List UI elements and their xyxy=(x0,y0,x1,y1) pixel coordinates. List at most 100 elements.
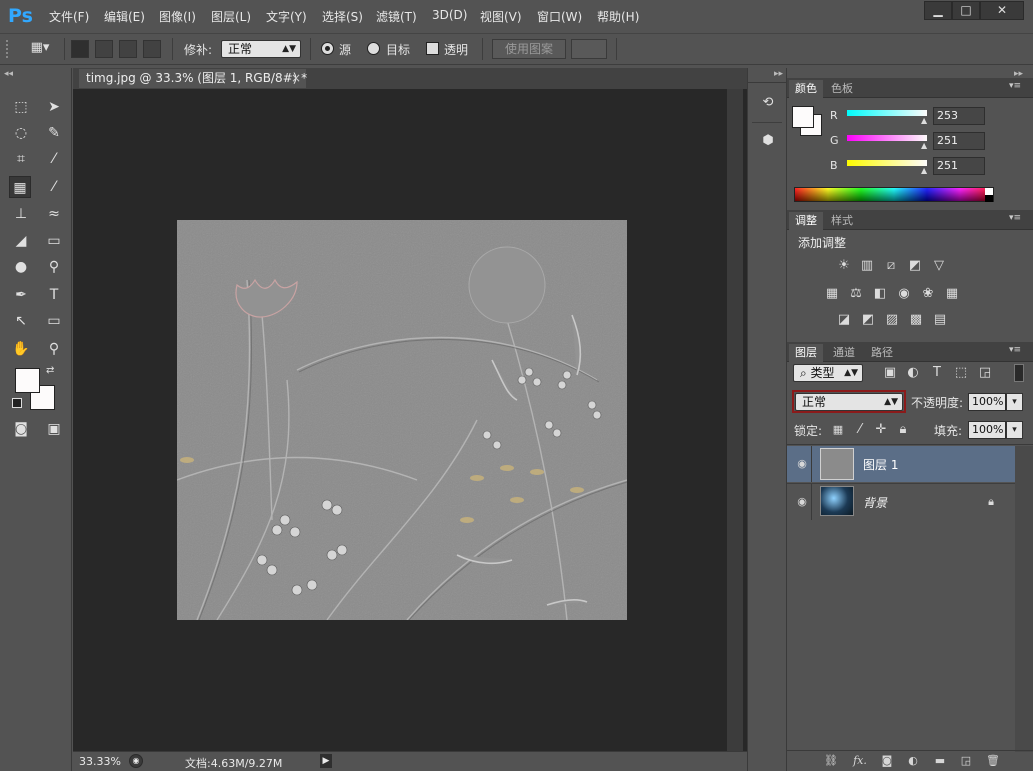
type-tool-icon[interactable]: T xyxy=(43,284,65,306)
invert-icon[interactable]: ◪ xyxy=(836,312,852,328)
collapse-dock-icon[interactable]: ▸▸ xyxy=(774,69,783,79)
layer-row[interactable]: ◉ 图层 1 xyxy=(787,446,1015,482)
g-slider[interactable] xyxy=(847,135,927,141)
move-tool-icon[interactable]: ➤ xyxy=(43,96,65,118)
tab-layers[interactable]: 图层 xyxy=(789,344,823,362)
swap-colors-icon[interactable]: ⇄ xyxy=(46,365,54,376)
filter-adjustment-icon[interactable]: ◐ xyxy=(905,365,921,381)
default-colors-icon[interactable] xyxy=(12,398,22,408)
adjust-panel-menu-icon[interactable]: ▾≡ xyxy=(1009,213,1021,223)
layer-filter-select[interactable]: ⌕ 类型 ▲▼ xyxy=(793,364,863,382)
g-slider-thumb-icon[interactable]: ▲ xyxy=(921,141,927,150)
document-tab[interactable]: timg.jpg @ 33.3% (图层 1, RGB/8#) * × xyxy=(79,69,307,88)
maximize-button[interactable]: □ xyxy=(952,1,980,20)
layer-name[interactable]: 背景 xyxy=(863,494,887,511)
menu-view[interactable]: 视图(V) xyxy=(480,8,522,25)
dodge-tool-icon[interactable]: ⚲ xyxy=(43,256,65,278)
eyedropper-tool-icon[interactable]: ⁄ xyxy=(43,148,65,170)
lock-position-icon[interactable]: ✛ xyxy=(873,422,889,438)
quick-select-tool-icon[interactable]: ✎ xyxy=(43,122,65,144)
eraser-tool-icon[interactable]: ◢ xyxy=(10,230,32,252)
history-panel-icon[interactable]: ⟲ xyxy=(757,92,779,114)
color-fg-swatch[interactable] xyxy=(792,106,814,128)
filter-type-icon[interactable]: T xyxy=(929,365,945,381)
layer-name[interactable]: 图层 1 xyxy=(863,456,898,473)
pen-tool-icon[interactable]: ✒ xyxy=(10,284,32,306)
stamp-tool-icon[interactable]: ⊥ xyxy=(10,203,32,225)
lock-image-icon[interactable]: ⁄ xyxy=(852,422,868,438)
delete-layer-icon[interactable]: 🗑︎ xyxy=(985,754,1001,768)
crop-tool-icon[interactable]: ⌗ xyxy=(10,148,32,170)
color-spectrum-bar[interactable] xyxy=(794,187,994,202)
close-button[interactable]: ✕ xyxy=(980,1,1024,20)
new-layer-icon[interactable]: ◲ xyxy=(958,754,974,768)
curves-icon[interactable]: ⧄ xyxy=(883,258,899,274)
fill-field[interactable]: 100% xyxy=(968,421,1006,439)
quick-mask-icon[interactable]: ◙ xyxy=(10,418,32,440)
filter-pixel-icon[interactable]: ▣ xyxy=(882,365,898,381)
lock-transparent-icon[interactable]: ▦ xyxy=(830,422,846,438)
filter-toggle[interactable] xyxy=(1014,364,1024,382)
tab-styles[interactable]: 样式 xyxy=(825,212,859,230)
brightness-icon[interactable]: ☀ xyxy=(836,258,852,274)
vibrance-icon[interactable]: ▽ xyxy=(931,258,947,274)
brush-tool-icon[interactable]: ⁄ xyxy=(43,176,65,198)
add-mask-icon[interactable]: ◙ xyxy=(879,754,895,768)
b-field[interactable]: 251 xyxy=(933,157,985,175)
adjustment-layer-icon[interactable]: ◐ xyxy=(905,754,921,768)
lock-all-icon[interactable]: 🔒︎ xyxy=(895,422,911,438)
tab-swatches[interactable]: 色板 xyxy=(825,80,859,98)
r-field[interactable]: 253 xyxy=(933,107,985,125)
hand-tool-icon[interactable]: ✋ xyxy=(10,338,32,360)
black-white-icon[interactable]: ◧ xyxy=(872,286,888,302)
menu-edit[interactable]: 编辑(E) xyxy=(104,8,145,25)
photo-filter-icon[interactable]: ◉ xyxy=(896,286,912,302)
screen-mode-icon[interactable]: ▣ xyxy=(43,418,65,440)
layers-panel-menu-icon[interactable]: ▾≡ xyxy=(1009,345,1021,355)
eye-icon[interactable]: ◉ xyxy=(795,495,809,509)
vertical-scrollbar[interactable] xyxy=(727,89,743,751)
zoom-level[interactable]: 33.33% xyxy=(79,755,121,768)
menu-layer[interactable]: 图层(L) xyxy=(211,8,251,25)
target-radio[interactable] xyxy=(367,42,380,55)
link-layers-icon[interactable]: ⛓ xyxy=(823,754,839,768)
menu-3d[interactable]: 3D(D) xyxy=(432,8,467,22)
transparent-checkbox[interactable] xyxy=(426,42,439,55)
new-group-icon[interactable]: ▬ xyxy=(932,754,948,768)
status-menu-arrow-icon[interactable]: ▶ xyxy=(320,754,332,768)
tab-channels[interactable]: 通道 xyxy=(827,344,861,362)
filter-smart-object-icon[interactable]: ◲ xyxy=(977,365,993,381)
menu-help[interactable]: 帮助(H) xyxy=(597,8,639,25)
eye-icon[interactable]: ◉ xyxy=(795,457,809,471)
tab-adjustments[interactable]: 调整 xyxy=(789,212,823,230)
use-pattern-button[interactable]: 使用图案 xyxy=(492,39,566,59)
collapse-tools-icon[interactable]: ◂◂ xyxy=(4,69,13,79)
menu-image[interactable]: 图像(I) xyxy=(159,8,196,25)
gradient-map-icon[interactable]: ▤ xyxy=(932,312,948,328)
color-lookup-icon[interactable]: ▦ xyxy=(944,286,960,302)
posterize-icon[interactable]: ◩ xyxy=(860,312,876,328)
tab-color[interactable]: 颜色 xyxy=(789,80,823,98)
image-canvas[interactable] xyxy=(177,220,627,620)
color-balance-icon[interactable]: ⚖ xyxy=(848,286,864,302)
b-slider-thumb-icon[interactable]: ▲ xyxy=(921,166,927,175)
selection-new-icon[interactable] xyxy=(71,40,89,58)
patch-tool-preset-icon[interactable]: ▦▾ xyxy=(22,37,58,59)
filter-shape-icon[interactable]: ⬚ xyxy=(953,365,969,381)
menu-type[interactable]: 文字(Y) xyxy=(266,8,307,25)
r-slider[interactable] xyxy=(847,110,927,116)
menu-select[interactable]: 选择(S) xyxy=(322,8,363,25)
color-panel-menu-icon[interactable]: ▾≡ xyxy=(1009,81,1021,91)
threshold-icon[interactable]: ▨ xyxy=(884,312,900,328)
fill-dropdown-icon[interactable]: ▾ xyxy=(1006,421,1023,439)
minimize-button[interactable]: ▁ xyxy=(924,1,952,20)
marquee-tool-icon[interactable]: ⬚ xyxy=(10,96,32,118)
selection-add-icon[interactable] xyxy=(95,40,113,58)
menu-window[interactable]: 窗口(W) xyxy=(537,8,582,25)
source-radio[interactable] xyxy=(321,42,334,55)
rectangle-tool-icon[interactable]: ▭ xyxy=(43,310,65,332)
b-slider[interactable] xyxy=(847,160,927,166)
patch-tool-icon[interactable]: ▦ xyxy=(9,176,31,198)
layers-scrollbar[interactable] xyxy=(1015,446,1033,752)
selective-color-icon[interactable]: ▩ xyxy=(908,312,924,328)
